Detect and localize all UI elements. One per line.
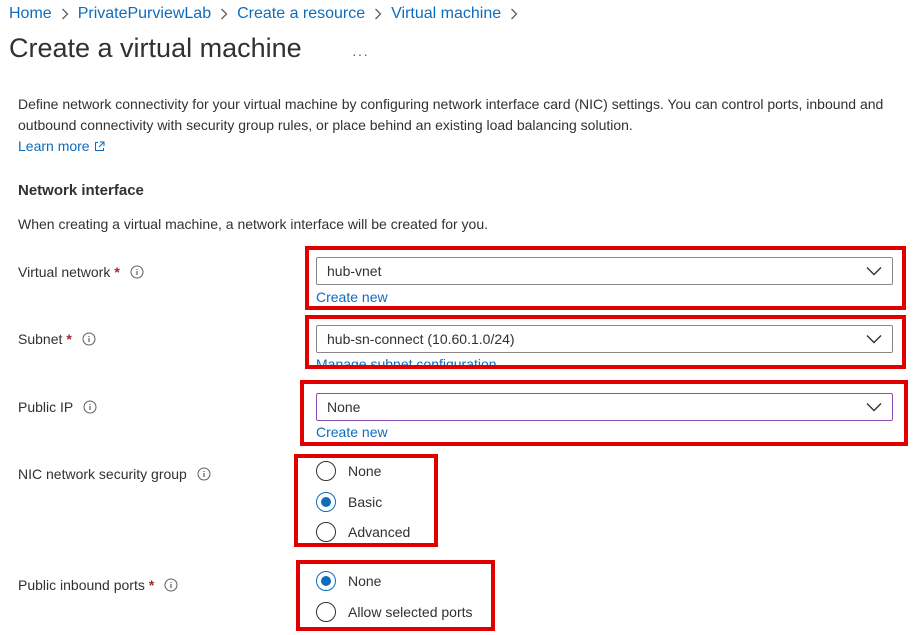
chevron-right-icon [61, 8, 69, 20]
breadcrumb-home[interactable]: Home [9, 5, 52, 23]
chevron-right-icon [374, 8, 382, 20]
chevron-right-icon [220, 8, 228, 20]
highlight-box [296, 560, 495, 631]
breadcrumb-virtual-machine[interactable]: Virtual machine [391, 5, 501, 23]
info-icon[interactable] [82, 332, 96, 346]
info-icon[interactable] [130, 265, 144, 279]
public-inbound-ports-label: Public inbound ports * [18, 577, 178, 593]
scroll-clip [0, 90, 919, 95]
highlight-box [300, 380, 908, 446]
external-link-icon [94, 141, 105, 152]
description-text: Define network connectivity for your vir… [18, 94, 908, 157]
nic-nsg-label: NIC network security group [18, 466, 211, 482]
public-ip-label: Public IP [18, 399, 97, 415]
section-note: When creating a virtual machine, a netwo… [18, 216, 489, 232]
section-heading: Network interface [18, 182, 144, 199]
virtual-network-label: Virtual network * [18, 264, 144, 280]
info-icon[interactable] [197, 467, 211, 481]
page-title: Create a virtual machine [9, 33, 302, 63]
breadcrumb-private-purview-lab[interactable]: PrivatePurviewLab [78, 5, 211, 23]
highlight-box [294, 454, 438, 547]
info-icon[interactable] [83, 400, 97, 414]
ellipsis-icon[interactable]: ··· [352, 46, 369, 62]
breadcrumb: Home PrivatePurviewLab Create a resource… [9, 5, 527, 23]
info-icon[interactable] [164, 578, 178, 592]
highlight-box [305, 246, 906, 310]
subnet-label: Subnet * [18, 331, 96, 347]
highlight-box [305, 315, 906, 369]
learn-more-link[interactable]: Learn more [18, 136, 105, 157]
chevron-right-icon [510, 8, 518, 20]
breadcrumb-create-resource[interactable]: Create a resource [237, 5, 365, 23]
